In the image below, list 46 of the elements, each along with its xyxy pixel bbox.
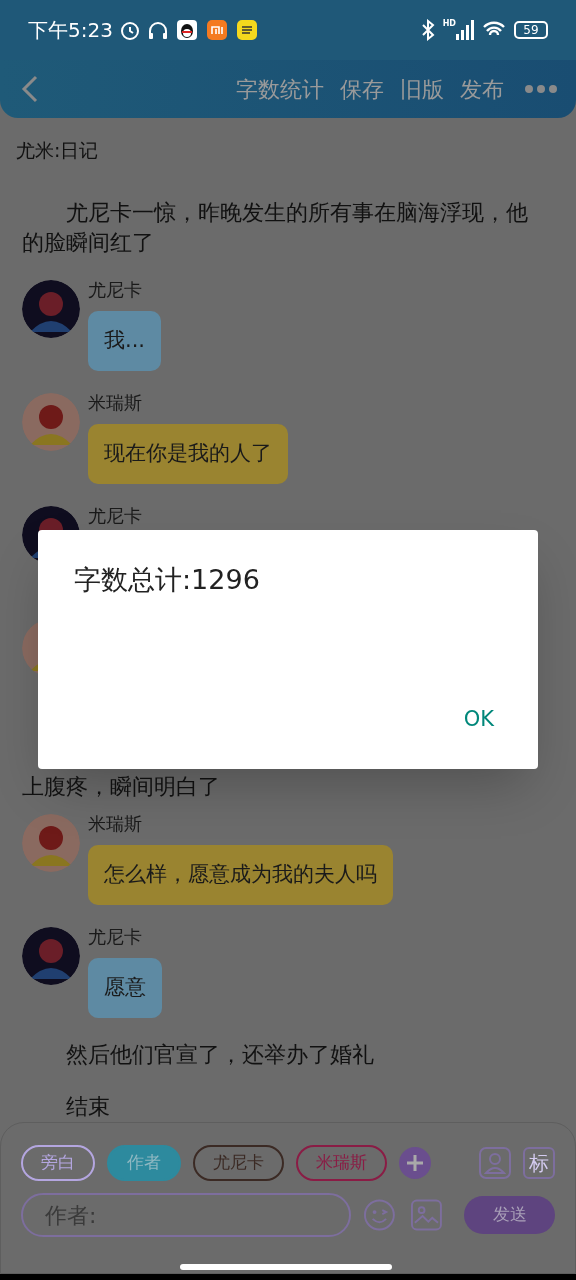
person-icon[interactable] (479, 1147, 511, 1179)
network-label: HD (442, 20, 456, 28)
message-bubble: 愿意 (88, 958, 162, 1018)
avatar (22, 814, 80, 872)
header-action[interactable]: 保存 (340, 72, 384, 106)
battery-indicator: 59 (514, 21, 548, 39)
more-icon[interactable] (524, 84, 558, 94)
speaker-name: 尤尼卡 (88, 505, 142, 526)
bluetooth-icon (420, 19, 435, 41)
speaker-name: 尤尼卡 (88, 926, 142, 947)
message-bubble: 现在你是我的人了 (88, 424, 288, 484)
alarm-icon (118, 19, 141, 41)
role-chip[interactable]: 尤尼卡 (193, 1145, 284, 1181)
status-time: 下午5:23 (28, 17, 113, 44)
ok-button[interactable]: OK (451, 697, 506, 741)
tag-button[interactable]: 标 (523, 1147, 555, 1179)
document-title: 尤米:日记 (16, 138, 100, 162)
narration-text: 然后他们官宣了，还举办了婚礼 (65, 1041, 375, 1069)
headphones-icon (146, 19, 169, 41)
app-icon (206, 20, 227, 40)
avatar (22, 393, 80, 451)
header-action[interactable]: 字数统计 (236, 72, 324, 106)
speaker-name: 米瑞斯 (88, 392, 142, 413)
avatar (22, 280, 80, 338)
narration-text: 结束 (65, 1093, 111, 1121)
header-action[interactable]: 发布 (460, 72, 504, 106)
message-bubble: 我... (88, 311, 162, 371)
penguin-icon (176, 20, 197, 40)
dialog-message: 字数总计:1296 (74, 563, 260, 597)
speaker-name: 米瑞斯 (88, 813, 142, 834)
image-icon[interactable] (411, 1199, 443, 1231)
avatar (22, 927, 80, 985)
emoji-icon[interactable] (362, 1198, 396, 1232)
message-bubble: 怎么样，愿意成为我的夫人吗 (88, 845, 393, 905)
role-chip[interactable]: 米瑞斯 (296, 1145, 387, 1181)
send-button[interactable]: 发送 (464, 1196, 555, 1234)
role-chip[interactable]: 作者 (107, 1145, 181, 1181)
header-action[interactable]: 旧版 (400, 72, 444, 106)
home-indicator[interactable] (180, 1264, 392, 1270)
narration-text: 尤尼卡一惊，昨晚发生的所有事在脑海浮现，他的脸瞬间红了 (22, 199, 528, 257)
signal-icon (456, 20, 474, 40)
narration-text: 上腹疼，瞬间明白了 (22, 773, 221, 801)
speaker-name: 尤尼卡 (88, 279, 142, 300)
add-icon[interactable] (399, 1147, 431, 1179)
app-icon (236, 20, 257, 40)
role-chip[interactable]: 旁白 (21, 1145, 95, 1181)
